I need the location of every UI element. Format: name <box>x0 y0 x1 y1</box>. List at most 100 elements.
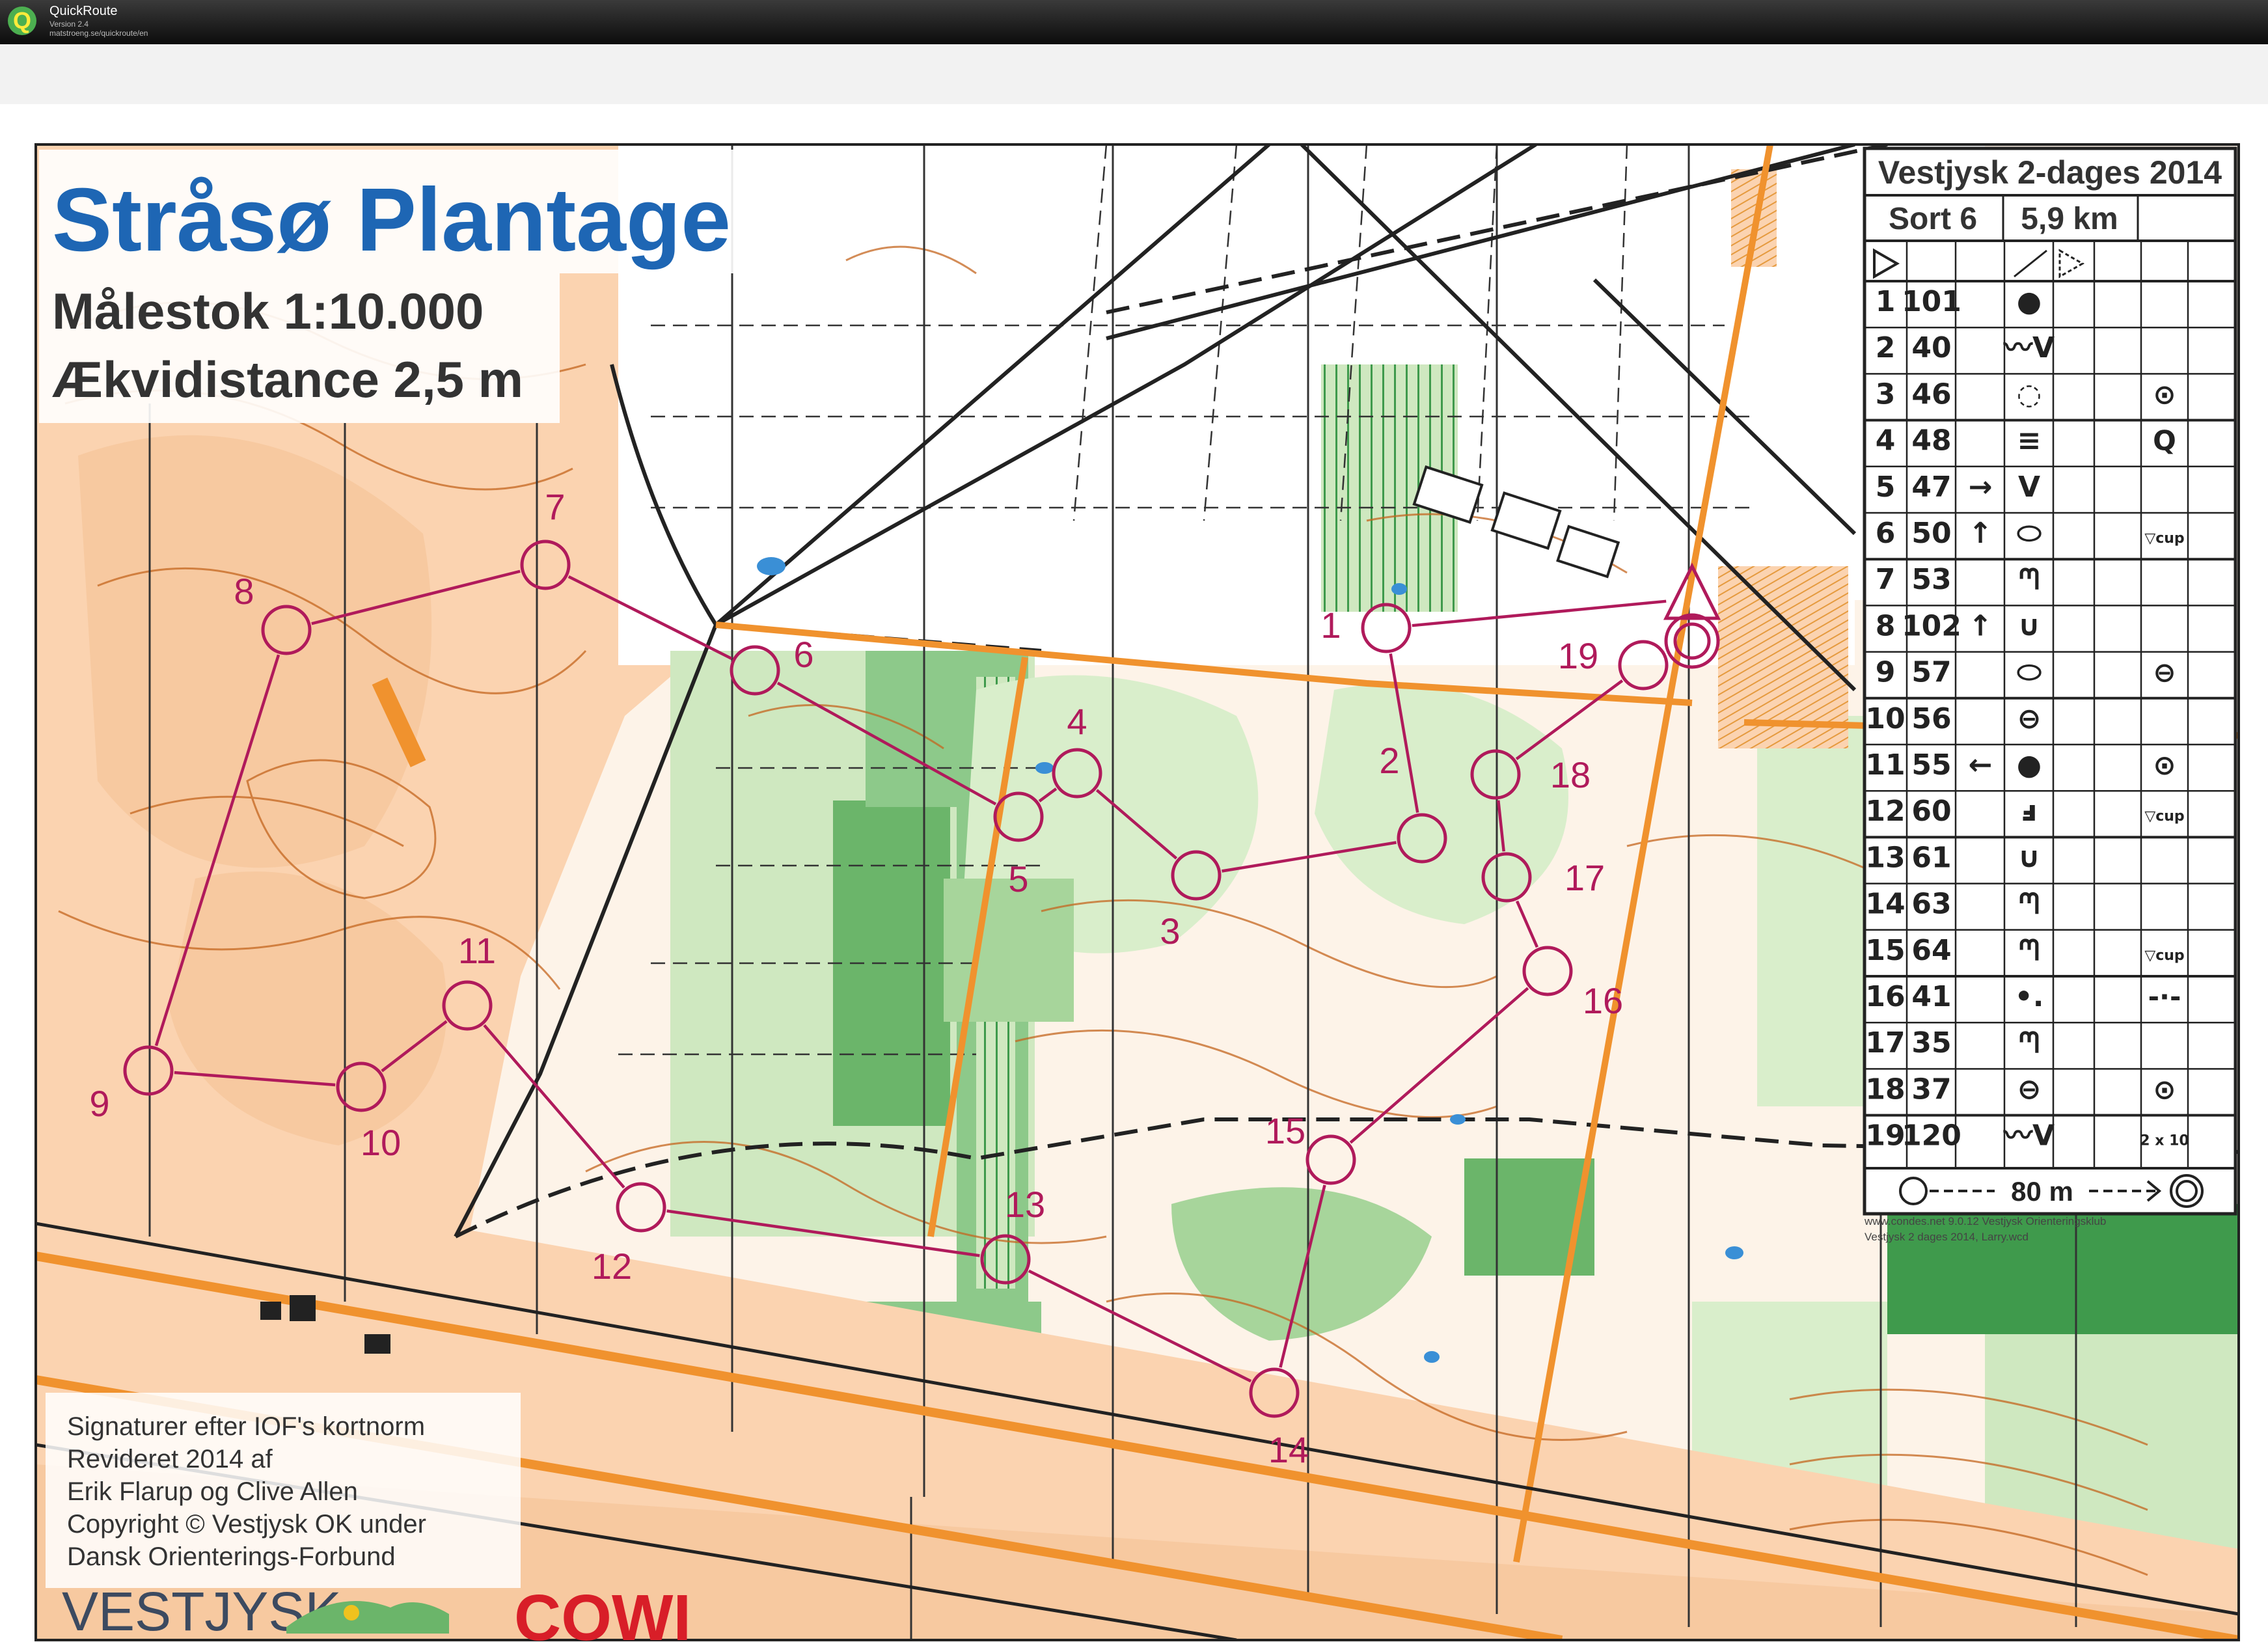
desc-feat: ᘉ <box>2019 563 2040 596</box>
desc-finish-distance: 80 m <box>2011 1176 2073 1207</box>
desc-feat: ᘉ <box>2019 888 2040 921</box>
control-number-19: 19 <box>1558 635 1598 676</box>
desc-feat: 〰V <box>2003 331 2055 364</box>
desc-n: 19 <box>1865 1119 1905 1153</box>
desc-extra: -·- <box>2148 981 2181 1013</box>
desc-n: 1 <box>1876 285 1896 318</box>
desc-code: 41 <box>1911 980 1951 1013</box>
credit-line-5: Dansk Orienterings-Forbund <box>67 1542 396 1571</box>
control-number-1: 1 <box>1320 605 1341 646</box>
control-number-6: 6 <box>793 634 813 675</box>
desc-code: 120 <box>1902 1119 1961 1153</box>
desc-extra: ▽cup <box>2144 808 2184 825</box>
desc-dir: ← <box>1969 748 1993 782</box>
control-number-18: 18 <box>1550 754 1591 795</box>
desc-n: 16 <box>1865 980 1905 1013</box>
desc-n: 6 <box>1876 517 1896 550</box>
desc-n: 9 <box>1876 656 1896 689</box>
map-title: Stråsø Plantage <box>52 170 731 270</box>
desc-code: 48 <box>1911 424 1951 458</box>
desc-code: 46 <box>1911 377 1951 411</box>
control-number-7: 7 <box>545 486 565 527</box>
desc-dir: → <box>1969 471 1993 504</box>
desc-length: 5,9 km <box>2021 202 2118 236</box>
desc-n: 11 <box>1865 748 1905 782</box>
credit-line-1: Signaturer efter IOF's kortnorm <box>67 1412 425 1441</box>
desc-extra: ⊖ <box>2153 657 2176 689</box>
orienteering-map[interactable]: 12345678910111213141516171819 Stråsø Pla… <box>0 0 2268 1642</box>
desc-extra: ▽cup <box>2144 948 2184 964</box>
desc-feat: ⊖ <box>2017 1073 2042 1106</box>
desc-feat: 〰V <box>2003 1119 2055 1153</box>
desc-code: 101 <box>1902 285 1961 318</box>
desc-n: 2 <box>1876 331 1896 364</box>
desc-code: 35 <box>1911 1026 1951 1060</box>
desc-n: 15 <box>1865 934 1905 967</box>
desc-code: 55 <box>1911 748 1951 782</box>
cowi-logo: COWI <box>514 1581 691 1642</box>
desc-n: 12 <box>1865 795 1905 828</box>
desc-n: 8 <box>1876 609 1896 642</box>
sun-icon <box>344 1605 359 1621</box>
control-number-16: 16 <box>1583 980 1623 1021</box>
desc-feat: ⊖ <box>2017 702 2042 735</box>
desc-code: 63 <box>1911 888 1951 921</box>
desc-code: 47 <box>1911 471 1951 504</box>
control-number-12: 12 <box>592 1246 632 1287</box>
desc-feat: ◌ <box>2017 377 2042 411</box>
desc-n: 17 <box>1865 1026 1905 1060</box>
desc-n: 13 <box>1865 841 1905 874</box>
desc-code: 57 <box>1911 656 1951 689</box>
desc-feat: ● <box>2017 748 2042 782</box>
control-number-2: 2 <box>1379 740 1399 781</box>
desc-code: 50 <box>1911 517 1951 550</box>
desc-code: 53 <box>1911 563 1951 596</box>
map-scale: Målestok 1:10.000 <box>52 282 484 340</box>
desc-n: 5 <box>1876 471 1896 504</box>
desc-event: Vestjysk 2-dages 2014 <box>1878 154 2222 191</box>
desc-extra: ⊙ <box>2153 378 2176 410</box>
control-number-5: 5 <box>1008 858 1028 899</box>
desc-feat: ⬭ <box>2017 656 2042 689</box>
desc-code: 60 <box>1911 795 1951 828</box>
desc-feat: ᘉ <box>2019 1026 2040 1060</box>
desc-feat: ● <box>2017 285 2042 318</box>
control-number-17: 17 <box>1564 857 1605 898</box>
desc-code: 40 <box>1911 331 1951 364</box>
desc-extra: ⊙ <box>2153 749 2176 781</box>
map-contour-interval: Ækvidistance 2,5 m <box>52 351 523 408</box>
desc-code: 37 <box>1911 1073 1951 1106</box>
desc-extra: ⊙ <box>2153 1073 2176 1105</box>
desc-feat: ᘉ <box>2019 934 2040 967</box>
footer-condes: www.condes.net 9.0.12 Vestjysk Orienteri… <box>1864 1215 2106 1227</box>
credit-line-4: Copyright © Vestjysk OK under <box>67 1510 426 1539</box>
control-number-11: 11 <box>458 930 496 971</box>
desc-n: 10 <box>1865 702 1905 735</box>
desc-feat: ∪ <box>2017 841 2041 874</box>
desc-code: 102 <box>1902 609 1961 642</box>
desc-code: 64 <box>1911 934 1951 967</box>
desc-n: 14 <box>1865 888 1905 921</box>
desc-course: Sort 6 <box>1889 202 1977 236</box>
desc-code: 56 <box>1911 702 1951 735</box>
control-description-sheet: Vestjysk 2-dages 2014 Sort 6 5,9 km 1 101… <box>1863 146 2237 1216</box>
desc-n: 4 <box>1876 424 1896 458</box>
control-number-8: 8 <box>234 571 254 612</box>
desc-n: 7 <box>1876 563 1896 596</box>
credit-line-2: Revideret 2014 af <box>67 1445 273 1473</box>
desc-dir: ↑ <box>1969 609 1993 642</box>
control-number-14: 14 <box>1268 1429 1309 1470</box>
control-number-3: 3 <box>1160 910 1180 951</box>
desc-feat: ∪ <box>2017 609 2041 642</box>
desc-extra: Q <box>2153 425 2176 457</box>
footer-file: Vestjysk 2 dages 2014, Larry.wcd <box>1865 1231 2029 1243</box>
desc-n: 18 <box>1865 1073 1905 1106</box>
desc-extra: 2 x 10 <box>2140 1133 2189 1149</box>
control-number-10: 10 <box>361 1122 401 1163</box>
desc-feat: •. <box>2015 980 2044 1013</box>
control-number-13: 13 <box>1005 1184 1045 1225</box>
control-number-15: 15 <box>1265 1110 1305 1151</box>
desc-n: 3 <box>1876 377 1896 411</box>
desc-feat: ⬭ <box>2017 517 2042 550</box>
desc-feat: V <box>2018 471 2040 504</box>
